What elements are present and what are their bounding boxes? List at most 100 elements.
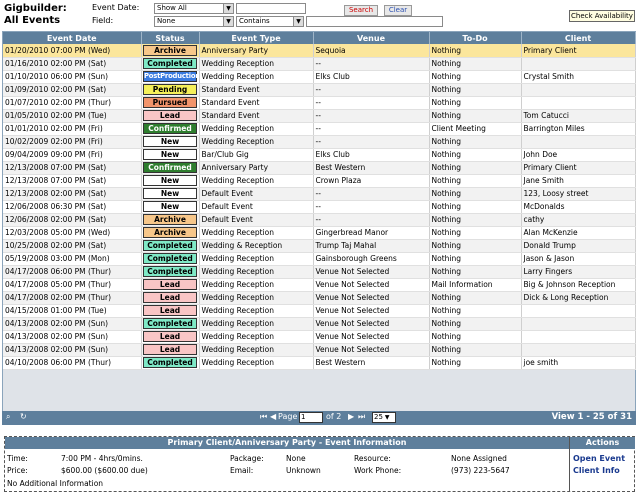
- table-row[interactable]: 04/10/2008 06:00 PM (Thur) Completed Weddi…: [3, 356, 636, 370]
- search-button[interactable]: Search: [344, 5, 378, 16]
- search-icon[interactable]: ⌕: [6, 412, 10, 422]
- price-value: $600.00 ($600.00 due): [61, 466, 148, 475]
- cell-event-date: 04/13/2008 02:00 PM (Sun): [3, 330, 142, 344]
- cell-event-date: 04/15/2008 01:00 PM (Tue): [3, 304, 142, 318]
- cell-venue: Best Western: [313, 356, 430, 370]
- app-title-line1: Gigbuilder:: [4, 3, 67, 14]
- column-header-client[interactable]: Client: [521, 32, 636, 44]
- open-event-link[interactable]: Open Event: [573, 454, 625, 463]
- cell-event-type: Wedding Reception: [199, 278, 314, 292]
- refresh-icon[interactable]: ↻: [20, 412, 27, 421]
- column-header-status[interactable]: Status: [141, 32, 200, 44]
- client-info-link[interactable]: Client Info: [573, 466, 620, 475]
- cell-client: [521, 317, 636, 331]
- cell-todo: Nothing: [429, 44, 522, 58]
- cell-client: joe smith: [521, 356, 636, 370]
- field-search-input[interactable]: [306, 16, 443, 27]
- app-title: Gigbuilder: All Events: [4, 3, 67, 27]
- divider: [569, 437, 570, 491]
- table-row[interactable]: 04/15/2008 01:00 PM (Tue) Lead Wedding Rec…: [3, 304, 636, 318]
- table-row[interactable]: 01/07/2010 02:00 PM (Thur) Pursued Standar…: [3, 96, 636, 110]
- status-badge: Pending: [143, 84, 197, 95]
- column-header-venue[interactable]: Venue: [313, 32, 430, 44]
- cell-venue: Venue Not Selected: [313, 330, 430, 344]
- table-row[interactable]: 04/13/2008 02:00 PM (Sun) Lead Wedding Rec…: [3, 343, 636, 357]
- cell-client: [521, 343, 636, 357]
- field-select[interactable]: None ▼: [154, 16, 234, 27]
- table-row[interactable]: 01/10/2010 06:00 PM (Sun) PostProduction W…: [3, 70, 636, 84]
- status-badge: Completed: [143, 253, 197, 264]
- cell-status: Confirmed: [141, 122, 200, 136]
- table-row[interactable]: 04/13/2008 02:00 PM (Sun) Completed Weddin…: [3, 317, 636, 331]
- cell-event-date: 12/06/2008 06:30 PM (Sat): [3, 200, 142, 214]
- table-row[interactable]: 12/06/2008 02:00 PM (Sat) Archive Default …: [3, 213, 636, 227]
- last-page-icon[interactable]: ⏭: [358, 412, 365, 422]
- cell-event-type: Standard Event: [199, 96, 314, 110]
- cell-event-date: 12/13/2008 02:00 PM (Sat): [3, 187, 142, 201]
- cell-status: New: [141, 174, 200, 188]
- cell-status: PostProduction: [141, 70, 200, 84]
- cell-todo: Nothing: [429, 161, 522, 175]
- resource-value: None Assigned: [451, 454, 507, 463]
- cell-status: Pursued: [141, 96, 200, 110]
- table-row[interactable]: 04/13/2008 02:00 PM (Sun) Lead Wedding Rec…: [3, 330, 636, 344]
- table-row[interactable]: 12/13/2008 07:00 PM (Sat) Confirmed Annive…: [3, 161, 636, 175]
- event-date-select[interactable]: Show All ▼: [154, 3, 234, 14]
- cell-event-date: 04/13/2008 02:00 PM (Sun): [3, 343, 142, 357]
- cell-client: [521, 83, 636, 97]
- cell-event-type: Default Event: [199, 187, 314, 201]
- table-row[interactable]: 01/20/2010 07:00 PM (Wed) Archive Annivers…: [3, 44, 636, 58]
- table-row[interactable]: 01/09/2010 02:00 PM (Sat) Pending Standard…: [3, 83, 636, 97]
- cell-event-type: Default Event: [199, 200, 314, 214]
- column-header-event-type[interactable]: Event Type: [199, 32, 314, 44]
- table-row[interactable]: 12/06/2008 06:30 PM (Sat) New Default Even…: [3, 200, 636, 214]
- status-badge: Confirmed: [143, 123, 197, 134]
- cell-event-type: Wedding Reception: [199, 252, 314, 266]
- table-row[interactable]: 04/17/2008 02:00 PM (Thur) Lead Wedding Re…: [3, 291, 636, 305]
- cell-client: [521, 57, 636, 71]
- first-page-icon[interactable]: ⏮: [260, 412, 267, 422]
- events-table: Event Date Status Event Type Venue To-Do…: [3, 32, 636, 370]
- cell-event-type: Wedding Reception: [199, 174, 314, 188]
- cell-status: Lead: [141, 304, 200, 318]
- cell-event-date: 12/06/2008 02:00 PM (Sat): [3, 213, 142, 227]
- package-value: None: [286, 454, 306, 463]
- cell-client: McDonalds: [521, 200, 636, 214]
- table-row[interactable]: 04/17/2008 05:00 PM (Thur) Lead Wedding Re…: [3, 278, 636, 292]
- table-row[interactable]: 12/13/2008 02:00 PM (Sat) New Default Even…: [3, 187, 636, 201]
- cell-todo: Nothing: [429, 57, 522, 71]
- cell-status: Archive: [141, 226, 200, 240]
- cell-client: [521, 96, 636, 110]
- table-row[interactable]: 10/02/2009 02:00 PM (Fri) New Wedding Rece…: [3, 135, 636, 149]
- table-row[interactable]: 12/13/2008 07:00 PM (Sat) New Wedding Rece…: [3, 174, 636, 188]
- column-header-event-date[interactable]: Event Date: [3, 32, 142, 44]
- app-title-line2: All Events: [4, 15, 61, 26]
- status-badge: Pursued: [143, 97, 197, 108]
- operator-select[interactable]: Contains ▼: [236, 16, 304, 27]
- cell-status: Confirmed: [141, 161, 200, 175]
- page-number-input[interactable]: 1: [299, 412, 323, 423]
- cell-status: Completed: [141, 239, 200, 253]
- table-row[interactable]: 12/03/2008 05:00 PM (Wed) Archive Wedding …: [3, 226, 636, 240]
- next-page-icon[interactable]: ▶: [348, 412, 354, 421]
- page-size-select[interactable]: 25 ▼: [372, 412, 396, 423]
- cell-event-date: 05/19/2008 03:00 PM (Mon): [3, 252, 142, 266]
- work-phone-value: (973) 223-5647: [451, 466, 510, 475]
- event-date-input[interactable]: [236, 3, 306, 14]
- table-row[interactable]: 01/01/2010 02:00 PM (Fri) Confirmed Weddin…: [3, 122, 636, 136]
- table-row[interactable]: 05/19/2008 03:00 PM (Mon) Completed Weddin…: [3, 252, 636, 266]
- resource-label: Resource:: [354, 454, 391, 463]
- event-date-label: Event Date:: [92, 3, 140, 12]
- cell-event-date: 01/20/2010 07:00 PM (Wed): [3, 44, 142, 58]
- prev-page-icon[interactable]: ◀: [270, 412, 276, 421]
- check-availability-button[interactable]: Check Availability: [569, 10, 635, 22]
- table-row[interactable]: 01/05/2010 02:00 PM (Tue) Lead Standard Ev…: [3, 109, 636, 123]
- cell-venue: Sequoia: [313, 44, 430, 58]
- column-header-todo[interactable]: To-Do: [429, 32, 522, 44]
- additional-info: No Additional Information: [7, 479, 104, 488]
- clear-button[interactable]: Clear: [384, 5, 412, 16]
- table-row[interactable]: 09/04/2009 09:00 PM (Fri) New Bar/Club Gig…: [3, 148, 636, 162]
- table-row[interactable]: 01/16/2010 02:00 PM (Sat) Completed Weddin…: [3, 57, 636, 71]
- table-row[interactable]: 04/17/2008 06:00 PM (Thur) Completed Weddi…: [3, 265, 636, 279]
- table-row[interactable]: 10/25/2008 02:00 PM (Sat) Completed Weddin…: [3, 239, 636, 253]
